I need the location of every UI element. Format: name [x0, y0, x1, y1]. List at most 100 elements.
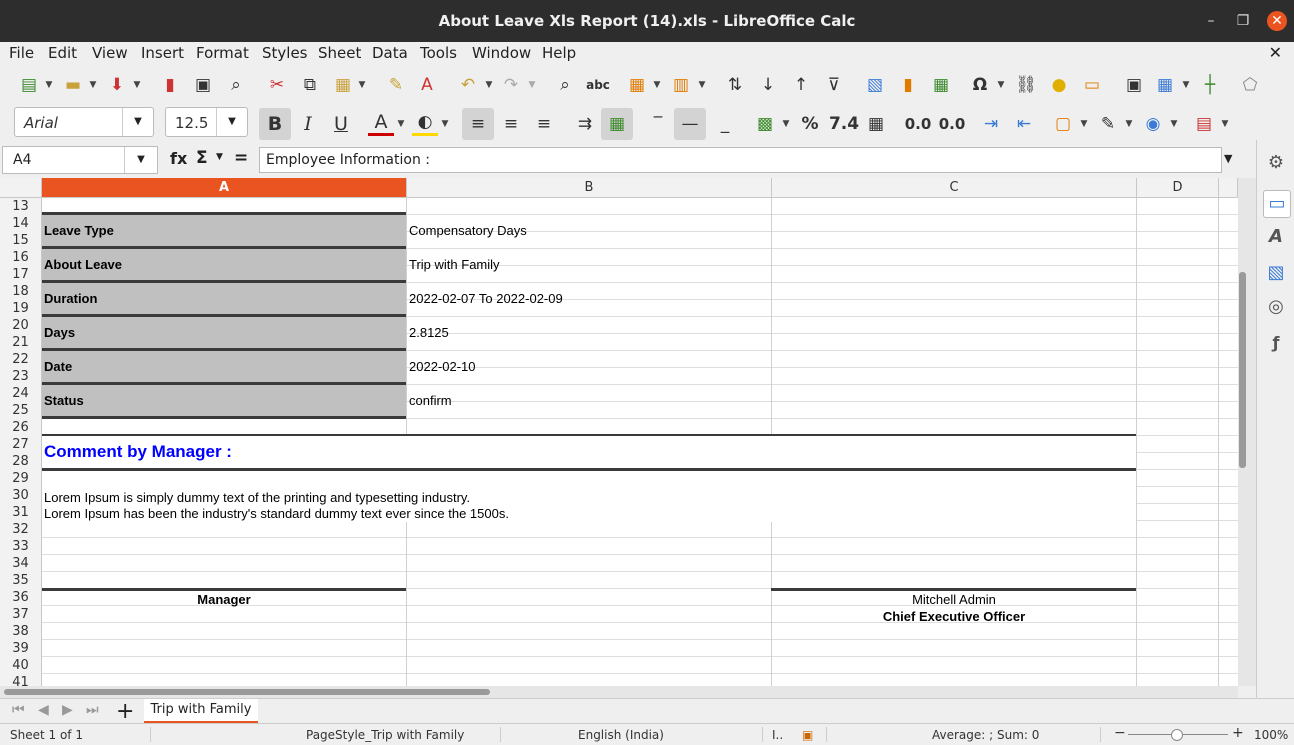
- column-header-a[interactable]: A: [42, 178, 407, 198]
- ceo-title[interactable]: Chief Executive Officer: [772, 609, 1136, 624]
- clear-formatting-icon[interactable]: A: [414, 72, 440, 98]
- chevron-down-icon[interactable]: ▼: [132, 72, 142, 98]
- chevron-down-icon[interactable]: ▼: [357, 72, 367, 98]
- clone-formatting-icon[interactable]: ✎: [383, 72, 409, 98]
- function-wizard-button[interactable]: fx: [170, 149, 187, 168]
- sort-ascending-icon[interactable]: ↓: [755, 72, 781, 98]
- chevron-down-icon[interactable]: ▼: [652, 72, 662, 98]
- number-format-button[interactable]: 7.4: [828, 111, 860, 137]
- minimize-button[interactable]: –: [1200, 10, 1222, 32]
- font-color-icon[interactable]: A: [368, 111, 394, 136]
- comment-line-2[interactable]: Lorem Ipsum has been the industry's stan…: [44, 506, 509, 521]
- menu-insert[interactable]: Insert: [141, 44, 184, 62]
- chevron-down-icon[interactable]: ▼: [216, 152, 223, 162]
- document-modified-icon[interactable]: ▣: [802, 728, 813, 742]
- selection-summary[interactable]: Average: ; Sum: 0: [932, 728, 1039, 742]
- border-style-icon[interactable]: ✎: [1095, 111, 1121, 137]
- row-header[interactable]: 15: [0, 232, 42, 249]
- restore-button[interactable]: ❐: [1232, 10, 1254, 32]
- wrap-text-icon[interactable]: ⇉: [572, 111, 598, 137]
- date-format-icon[interactable]: ▦: [863, 111, 889, 137]
- comment-icon[interactable]: ●: [1046, 72, 1072, 98]
- percent-button[interactable]: %: [797, 111, 823, 137]
- freeze-rows-icon[interactable]: ▦: [1152, 72, 1178, 98]
- formula-input[interactable]: Employee Information :: [259, 147, 1222, 173]
- menu-format[interactable]: Format: [196, 44, 249, 62]
- align-bottom-icon[interactable]: _: [712, 111, 738, 137]
- navigator-icon[interactable]: ◎: [1263, 294, 1289, 320]
- row-header[interactable]: 38: [0, 623, 42, 640]
- chevron-down-icon[interactable]: ▼: [697, 72, 707, 98]
- row-header[interactable]: 36: [0, 589, 42, 606]
- italic-button[interactable]: I: [295, 111, 321, 137]
- chevron-down-icon[interactable]: ▼: [996, 72, 1006, 98]
- shapes-icon[interactable]: ⬠: [1237, 72, 1263, 98]
- split-window-icon[interactable]: ┼: [1197, 72, 1223, 98]
- row-header[interactable]: 39: [0, 640, 42, 657]
- sheet-count[interactable]: Sheet 1 of 1: [10, 728, 83, 742]
- styles-icon[interactable]: A: [1263, 224, 1289, 250]
- add-sheet-button[interactable]: +: [116, 699, 134, 724]
- column-icon[interactable]: ▥: [668, 72, 694, 98]
- date-label[interactable]: Date: [44, 359, 72, 374]
- row-header[interactable]: 20: [0, 317, 42, 334]
- row-header[interactable]: 21: [0, 334, 42, 351]
- row-header[interactable]: 16: [0, 249, 42, 266]
- find-replace-icon[interactable]: ⌕: [552, 72, 578, 98]
- sort-icon[interactable]: ⇅: [722, 72, 748, 98]
- currency-icon[interactable]: ▩: [752, 111, 778, 137]
- row-header[interactable]: 27: [0, 436, 42, 453]
- row-header[interactable]: 35: [0, 572, 42, 589]
- chevron-down-icon[interactable]: ▼: [44, 72, 54, 98]
- delete-decimal-button[interactable]: 0.0: [936, 111, 968, 137]
- highlight-color-icon[interactable]: ◐: [412, 111, 438, 136]
- insert-image-icon[interactable]: ▧: [862, 72, 888, 98]
- open-folder-icon[interactable]: ▬: [60, 72, 86, 98]
- chevron-down-icon[interactable]: ▼: [1124, 111, 1134, 137]
- zoom-slider-handle[interactable]: [1171, 729, 1183, 741]
- print-icon[interactable]: ▣: [190, 72, 216, 98]
- border-color-icon[interactable]: ◉: [1140, 111, 1166, 137]
- zoom-in-button[interactable]: +: [1232, 725, 1244, 741]
- sum-button[interactable]: Σ: [196, 148, 208, 168]
- horizontal-scrollbar[interactable]: [0, 686, 1238, 698]
- redo-icon[interactable]: ↷: [498, 72, 524, 98]
- align-center-icon[interactable]: ≡: [498, 111, 524, 137]
- formula-button[interactable]: =: [234, 148, 248, 168]
- ceo-name[interactable]: Mitchell Admin: [772, 592, 1136, 607]
- row-header[interactable]: 14: [0, 215, 42, 232]
- menu-window[interactable]: Window: [472, 44, 531, 62]
- comment-line-1[interactable]: Lorem Ipsum is simply dummy text of the …: [44, 490, 470, 505]
- days-label[interactable]: Days: [44, 325, 75, 340]
- select-all-corner[interactable]: [0, 178, 42, 198]
- center-vertically-icon[interactable]: —: [674, 108, 706, 140]
- add-decimal-button[interactable]: 0.0: [902, 111, 934, 137]
- row-header[interactable]: 17: [0, 266, 42, 283]
- bold-button[interactable]: B: [259, 108, 291, 140]
- gallery-icon[interactable]: ▧: [1263, 260, 1289, 286]
- special-character-icon[interactable]: Ω: [967, 72, 993, 98]
- row-header[interactable]: 25: [0, 402, 42, 419]
- zoom-level[interactable]: 100%: [1254, 728, 1288, 742]
- about-leave-label[interactable]: About Leave: [44, 257, 122, 272]
- row-header[interactable]: 19: [0, 300, 42, 317]
- menu-edit[interactable]: Edit: [48, 44, 77, 62]
- row-header[interactable]: 41: [0, 674, 42, 686]
- sidebar-splitter[interactable]: [1248, 178, 1256, 686]
- row-header[interactable]: 28: [0, 453, 42, 470]
- horizontal-scroll-thumb[interactable]: [4, 689, 490, 695]
- column-header-c[interactable]: C: [772, 178, 1137, 198]
- save-icon[interactable]: ⬇: [104, 72, 130, 98]
- paste-icon[interactable]: ▦: [330, 72, 356, 98]
- sort-descending-icon[interactable]: ↑: [788, 72, 814, 98]
- leave-type-label[interactable]: Leave Type: [44, 223, 114, 238]
- gear-icon[interactable]: ⚙: [1263, 150, 1289, 176]
- menu-view[interactable]: View: [92, 44, 128, 62]
- last-sheet-icon[interactable]: ⏭: [86, 702, 99, 718]
- date-value[interactable]: 2022-02-10: [409, 359, 476, 374]
- language[interactable]: English (India): [578, 728, 664, 742]
- cut-icon[interactable]: ✂: [264, 72, 290, 98]
- duration-label[interactable]: Duration: [44, 291, 97, 306]
- close-window-button[interactable]: ✕: [1267, 11, 1287, 31]
- row-header[interactable]: 22: [0, 351, 42, 368]
